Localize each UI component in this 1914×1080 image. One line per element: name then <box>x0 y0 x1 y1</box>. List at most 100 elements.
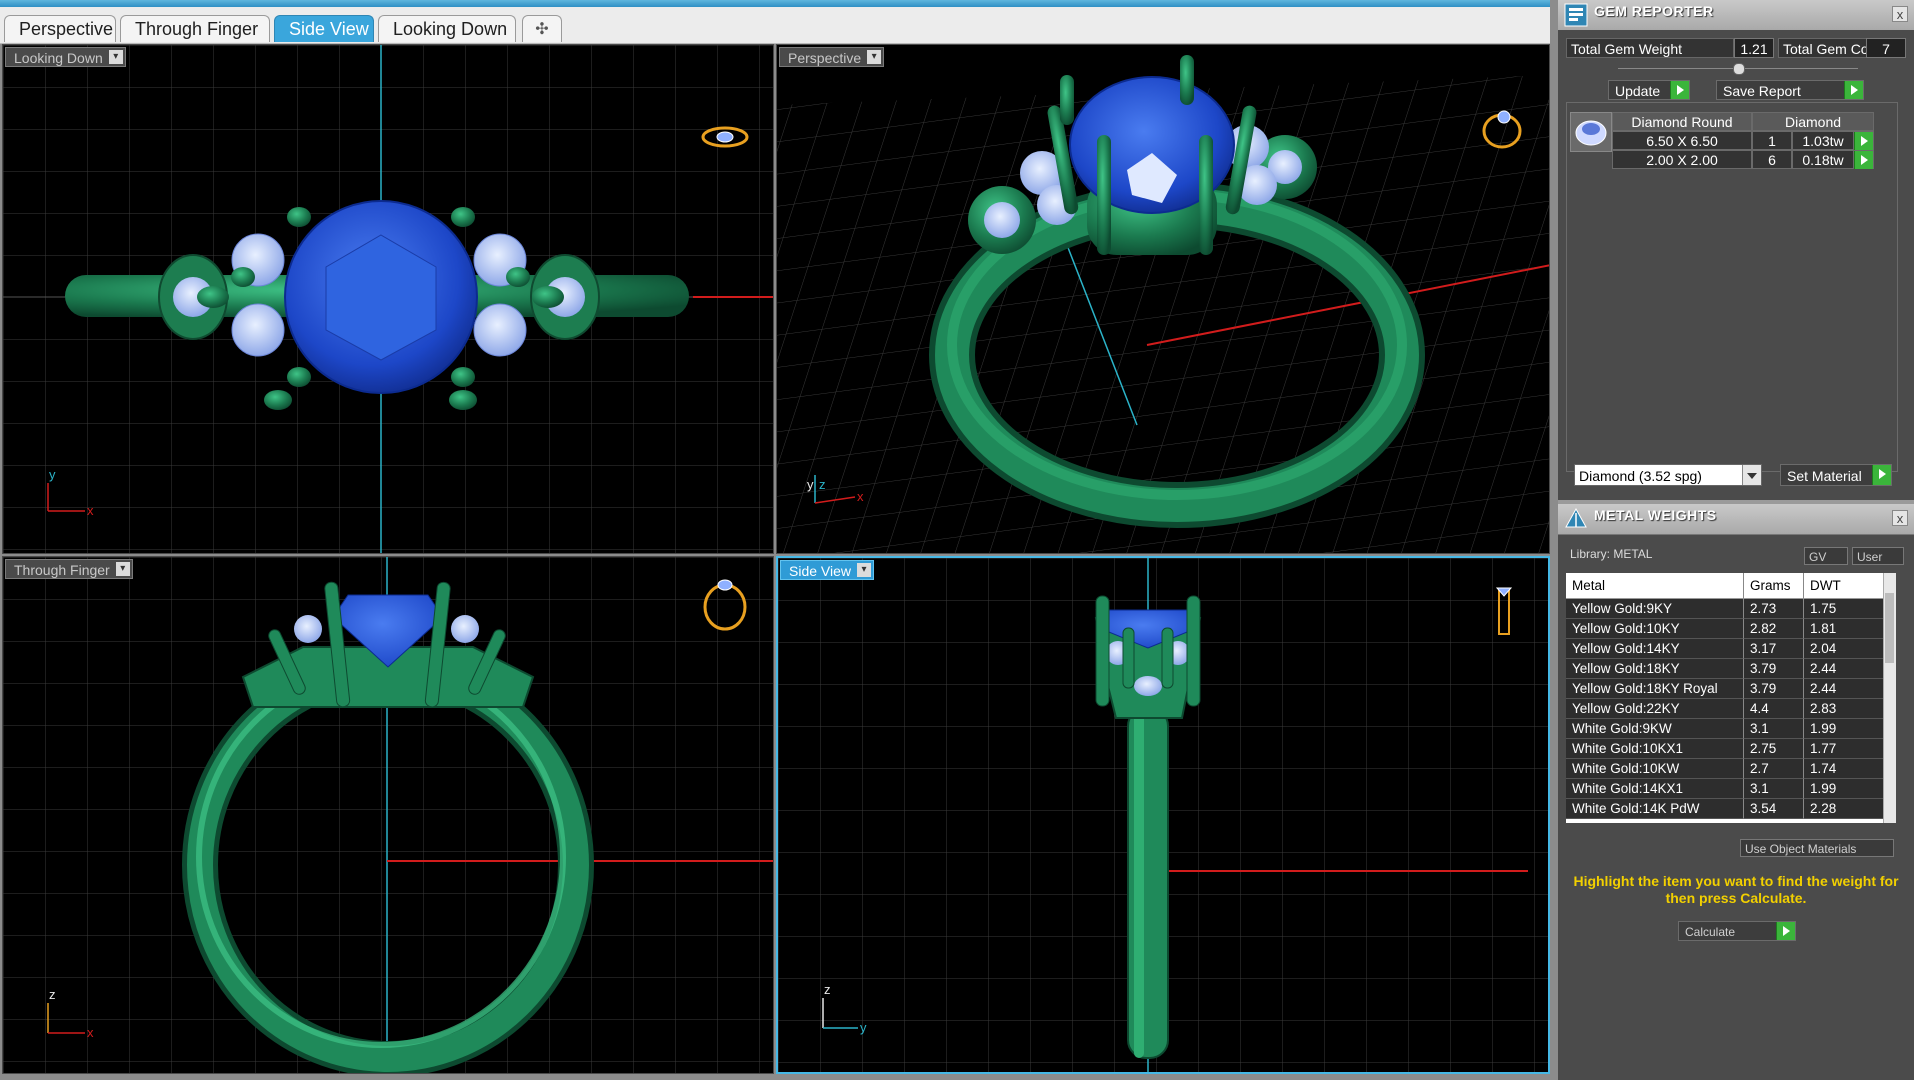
right-panel: GEM REPORTER x Total Gem Weight 1.21 Tot… <box>1558 0 1914 1080</box>
metal-cell-grams: 2.7 <box>1744 759 1804 779</box>
metal-cell-grams: 4.4 <box>1744 699 1804 719</box>
add-tab-button[interactable]: ✣ <box>522 15 562 42</box>
viewport-label-perspective[interactable]: Perspective ▾ <box>779 47 885 67</box>
metal-cell-metal: Yellow Gold:9KY <box>1566 599 1744 619</box>
metal-cell-metal: White Gold:9KW <box>1566 719 1744 739</box>
col-header-dwt[interactable]: DWT <box>1804 573 1884 599</box>
metal-table-scrollbar[interactable] <box>1883 573 1896 823</box>
svg-text:z: z <box>49 987 56 1002</box>
svg-text:y: y <box>49 467 56 482</box>
metal-table-row[interactable]: White Gold:9KW 3.1 1.99 <box>1566 719 1884 739</box>
close-icon[interactable]: x <box>1892 510 1908 526</box>
gem-row-2-go-button[interactable] <box>1854 150 1874 169</box>
viewport-label-through-finger[interactable]: Through Finger ▾ <box>5 559 133 579</box>
metal-table-row[interactable]: Yellow Gold:18KY Royal 3.79 2.44 <box>1566 679 1884 699</box>
chevron-down-icon[interactable]: ▾ <box>108 50 123 64</box>
metal-table-row[interactable]: White Gold:14KX1 3.1 1.99 <box>1566 779 1884 799</box>
total-gem-weight-label: Total Gem Weight <box>1566 38 1734 58</box>
viewport-perspective[interactable]: z x y Perspective ▾ <box>776 44 1550 554</box>
metal-cell-grams: 2.73 <box>1744 599 1804 619</box>
svg-text:x: x <box>87 1025 94 1040</box>
library-label: Library: METAL <box>1570 547 1653 561</box>
metal-cell-dwt: 1.74 <box>1804 759 1884 779</box>
diamond-icon <box>1575 120 1607 146</box>
metal-weights-title: METAL WEIGHTS <box>1594 507 1717 523</box>
tab-looking-down[interactable]: Looking Down <box>378 15 516 42</box>
svg-text:z: z <box>819 477 826 492</box>
gem-row-1-size[interactable]: 6.50 X 6.50 <box>1612 131 1752 150</box>
diamond-round-thumbnail[interactable] <box>1570 112 1612 152</box>
gem-row-1-weight[interactable]: 1.03tw <box>1792 131 1854 150</box>
metal-table-row[interactable]: White Gold:14K PdW 3.54 2.28 <box>1566 799 1884 819</box>
metal-cell-grams: 3.79 <box>1744 679 1804 699</box>
gem-table-header-type: Diamond <box>1752 112 1874 131</box>
gv-toggle[interactable]: GV <box>1804 547 1848 565</box>
metal-table-row[interactable]: Yellow Gold:14KY 3.17 2.04 <box>1566 639 1884 659</box>
metal-table-row[interactable]: Yellow Gold:10KY 2.82 1.81 <box>1566 619 1884 639</box>
slider-handle[interactable] <box>1733 63 1745 75</box>
col-header-grams[interactable]: Grams <box>1744 573 1804 599</box>
svg-text:x: x <box>87 503 94 518</box>
window-top-bar <box>0 0 1550 7</box>
gem-row-1-go-button[interactable] <box>1854 131 1874 150</box>
metal-cell-grams: 3.79 <box>1744 659 1804 679</box>
gem-row-1-qty[interactable]: 1 <box>1752 131 1792 150</box>
play-icon <box>1776 922 1795 940</box>
metal-cell-dwt: 2.83 <box>1804 699 1884 719</box>
col-header-metal[interactable]: Metal <box>1566 573 1744 599</box>
perspective-canvas: z x y <box>777 45 1549 553</box>
metal-cell-dwt: 2.44 <box>1804 679 1884 699</box>
save-report-button[interactable]: Save Report <box>1716 80 1864 100</box>
tab-through-finger[interactable]: Through Finger <box>120 15 270 42</box>
tab-perspective[interactable]: Perspective <box>4 15 116 42</box>
use-object-materials-toggle[interactable]: Use Object Materials <box>1740 839 1894 857</box>
metal-cell-dwt: 1.81 <box>1804 619 1884 639</box>
chevron-down-icon[interactable]: ▾ <box>115 562 130 576</box>
viewport-side-view[interactable]: z y Side View ▾ <box>776 556 1550 1074</box>
metal-table-row[interactable]: White Gold:10KX1 2.75 1.77 <box>1566 739 1884 759</box>
gem-material-select[interactable]: Diamond (3.52 spg) <box>1574 464 1762 486</box>
close-icon[interactable]: x <box>1892 6 1908 22</box>
svg-text:z: z <box>824 982 831 997</box>
gem-row-2-weight[interactable]: 0.18tw <box>1792 150 1854 169</box>
svg-text:x: x <box>857 489 864 504</box>
metal-cell-metal: Yellow Gold:14KY <box>1566 639 1744 659</box>
metal-cell-dwt: 2.28 <box>1804 799 1884 819</box>
metal-cell-dwt: 2.44 <box>1804 659 1884 679</box>
side-view-canvas: z y <box>778 558 1548 1072</box>
metal-table-row[interactable]: Yellow Gold:9KY 2.73 1.75 <box>1566 599 1884 619</box>
metal-table-header: Metal Grams DWT <box>1566 573 1884 599</box>
metal-weights-table: Metal Grams DWT Yellow Gold:9KY 2.73 1.75 Y… <box>1566 573 1896 823</box>
viewport-looking-down[interactable]: y x Looking Down ▾ <box>2 44 774 554</box>
metal-table-row[interactable]: Yellow Gold:18KY 3.79 2.44 <box>1566 659 1884 679</box>
metal-cell-grams: 3.1 <box>1744 719 1804 739</box>
metal-cell-grams: 3.54 <box>1744 799 1804 819</box>
scrollbar-thumb[interactable] <box>1885 593 1894 663</box>
metal-table-row[interactable]: Yellow Gold:22KY 4.4 2.83 <box>1566 699 1884 719</box>
gem-row-2-size[interactable]: 2.00 X 2.00 <box>1612 150 1752 169</box>
metal-table-row[interactable]: White Gold:10KW 2.7 1.74 <box>1566 759 1884 779</box>
svg-text:y: y <box>860 1020 867 1035</box>
gem-reporter-title: GEM REPORTER <box>1594 3 1714 19</box>
chevron-down-icon[interactable]: ▾ <box>867 50 882 64</box>
update-button[interactable]: Update <box>1608 80 1690 100</box>
tab-side-view[interactable]: Side View <box>274 15 374 42</box>
metal-cell-metal: White Gold:14K PdW <box>1566 799 1744 819</box>
gem-row-2-qty[interactable]: 6 <box>1752 150 1792 169</box>
set-material-button[interactable]: Set Material <box>1780 464 1892 486</box>
view-tab-strip: Perspective Through Finger Side View Loo… <box>0 7 1550 44</box>
metal-cell-metal: Yellow Gold:18KY Royal <box>1566 679 1744 699</box>
viewport-label-side-view[interactable]: Side View ▾ <box>780 560 875 580</box>
metal-cell-grams: 2.75 <box>1744 739 1804 759</box>
calculate-hint-text: Highlight the item you want to find the … <box>1573 873 1899 906</box>
chevron-down-icon[interactable] <box>1742 465 1761 485</box>
chevron-down-icon[interactable]: ▾ <box>857 563 872 577</box>
metal-cell-dwt: 2.04 <box>1804 639 1884 659</box>
calculate-button[interactable]: Calculate <box>1678 921 1796 941</box>
metal-cell-metal: Yellow Gold:18KY <box>1566 659 1744 679</box>
viewport-through-finger[interactable]: z x Through Finger ▾ <box>2 556 774 1074</box>
metal-cell-metal: Yellow Gold:22KY <box>1566 699 1744 719</box>
user-toggle[interactable]: User <box>1852 547 1904 565</box>
viewport-label-looking-down[interactable]: Looking Down ▾ <box>5 47 126 67</box>
metal-cell-metal: Yellow Gold:10KY <box>1566 619 1744 639</box>
